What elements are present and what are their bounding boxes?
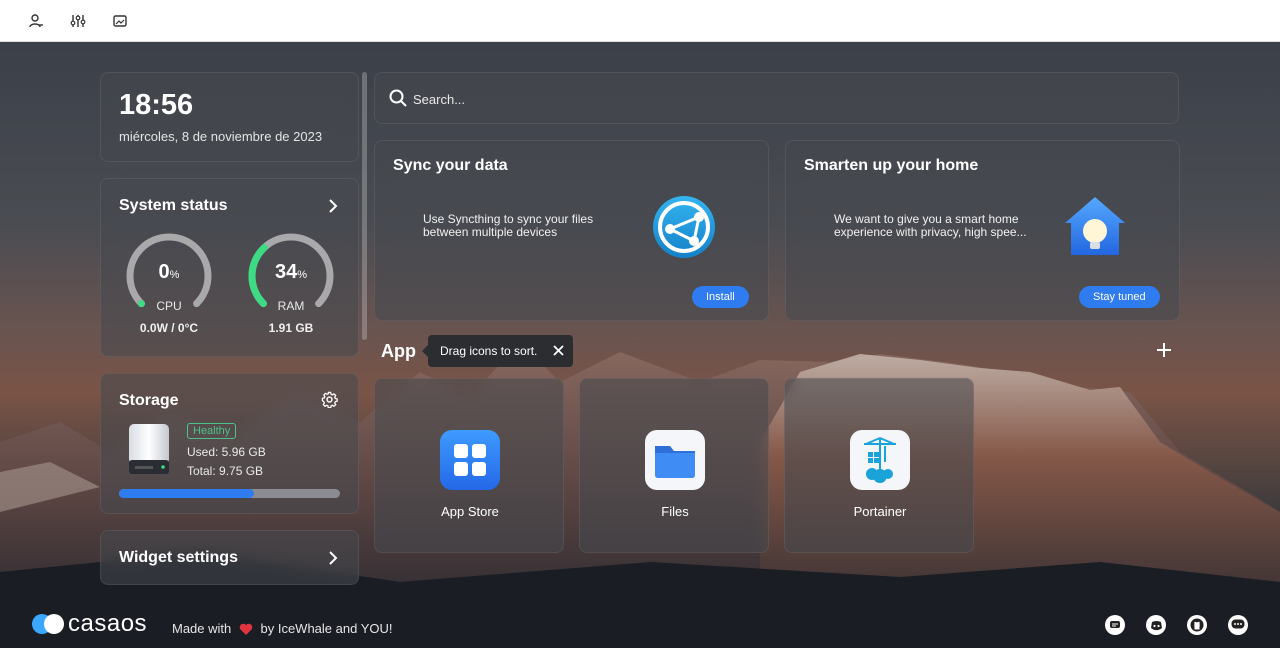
clock-widget: 18:56 miércoles, 8 de noviembre de 2023 (100, 72, 359, 162)
casaos-logo-mark (32, 614, 64, 634)
storage-progress-bar (119, 489, 340, 498)
health-badge: Healthy (187, 423, 237, 439)
app-store-icon (440, 430, 500, 490)
widget-settings-button[interactable]: Widget settings (100, 530, 359, 585)
app-tile-app-store[interactable]: App Store (374, 378, 564, 553)
system-status-title: System status (119, 197, 228, 214)
heart-icon (239, 623, 253, 635)
cpu-unit: % (169, 269, 180, 281)
app-tile-files[interactable]: Files (579, 378, 769, 553)
clock-time: 18:56 (119, 89, 194, 121)
made-with-text: Made with (172, 621, 232, 636)
storage-title: Storage (119, 392, 179, 409)
wallpaper-icon[interactable] (110, 11, 130, 31)
github-icon[interactable] (1187, 615, 1207, 635)
install-button[interactable]: Install (692, 286, 749, 308)
search-bar[interactable] (374, 72, 1179, 124)
storage-used: Used: 5.96 GB (187, 445, 266, 459)
search-icon (389, 89, 407, 107)
promo-card-sync: Sync your data Use Syncthing to sync you… (374, 140, 769, 321)
cpu-power-temp: 0.0W / 0°C (139, 321, 199, 335)
drag-tooltip: Drag icons to sort. (422, 335, 573, 367)
ram-value: 34 (274, 261, 298, 283)
widget-settings-label: Widget settings (119, 549, 238, 566)
smart-home-icon (1061, 193, 1129, 261)
portainer-icon (850, 430, 910, 490)
chat-icon[interactable] (1105, 615, 1125, 635)
ram-gauge: 34% RAM (246, 231, 336, 321)
tooltip-text: Drag icons to sort. (440, 344, 538, 358)
by-text: by IceWhale and YOU! (260, 621, 393, 636)
app-label: Files (661, 504, 689, 519)
sliders-icon[interactable] (68, 11, 88, 31)
hard-drive-icon (127, 424, 171, 476)
promo-card-smart-home: Smarten up your home We want to give you… (785, 140, 1180, 321)
gear-icon[interactable] (321, 391, 338, 408)
promo-title: Sync your data (393, 157, 508, 174)
promo-description: Use Syncthing to sync your files between… (423, 212, 594, 239)
discord-icon[interactable] (1146, 615, 1166, 635)
chevron-right-icon[interactable] (326, 199, 340, 213)
cpu-value: 0 (158, 261, 170, 283)
app-label: App Store (441, 504, 499, 519)
brand-name: casaos (68, 610, 148, 637)
app-label: Portainer (853, 504, 907, 519)
search-input[interactable] (413, 89, 1153, 109)
storage-widget: Storage Healthy Used: 5.96 GB Total: 9.7… (100, 373, 359, 514)
add-app-icon[interactable] (1156, 342, 1172, 358)
promo-title: Smarten up your home (804, 157, 979, 174)
user-settings-icon[interactable] (26, 11, 46, 31)
files-icon (645, 430, 705, 490)
clock-date: miércoles, 8 de noviembre de 2023 (119, 129, 323, 144)
ram-usage: 1.91 GB (268, 321, 314, 335)
app-tile-portainer[interactable]: Portainer (784, 378, 974, 553)
storage-total: Total: 9.75 GB (187, 464, 264, 478)
app-section-title: App (381, 341, 416, 361)
ram-unit: % (297, 269, 308, 281)
ram-label: RAM (277, 299, 305, 313)
close-icon[interactable] (553, 345, 564, 356)
system-status-widget: System status 0% CPU 0.0W / 0°C 34% RAM … (100, 178, 359, 357)
cpu-label: CPU (156, 299, 182, 313)
more-icon[interactable] (1228, 615, 1248, 635)
stay-tuned-button[interactable]: Stay tuned (1079, 286, 1160, 308)
promo-description: We want to give you a smart home experie… (834, 212, 1027, 239)
storage-progress-fill (119, 489, 254, 498)
casaos-logo: casaos (30, 610, 147, 638)
scrollbar[interactable] (362, 72, 367, 340)
footer-made-with: Made with by IceWhale and YOU! (172, 621, 393, 636)
cpu-gauge: 0% CPU (124, 231, 214, 321)
top-toolbar (0, 0, 1280, 42)
chevron-right-icon (329, 551, 338, 565)
syncthing-icon (652, 195, 716, 259)
